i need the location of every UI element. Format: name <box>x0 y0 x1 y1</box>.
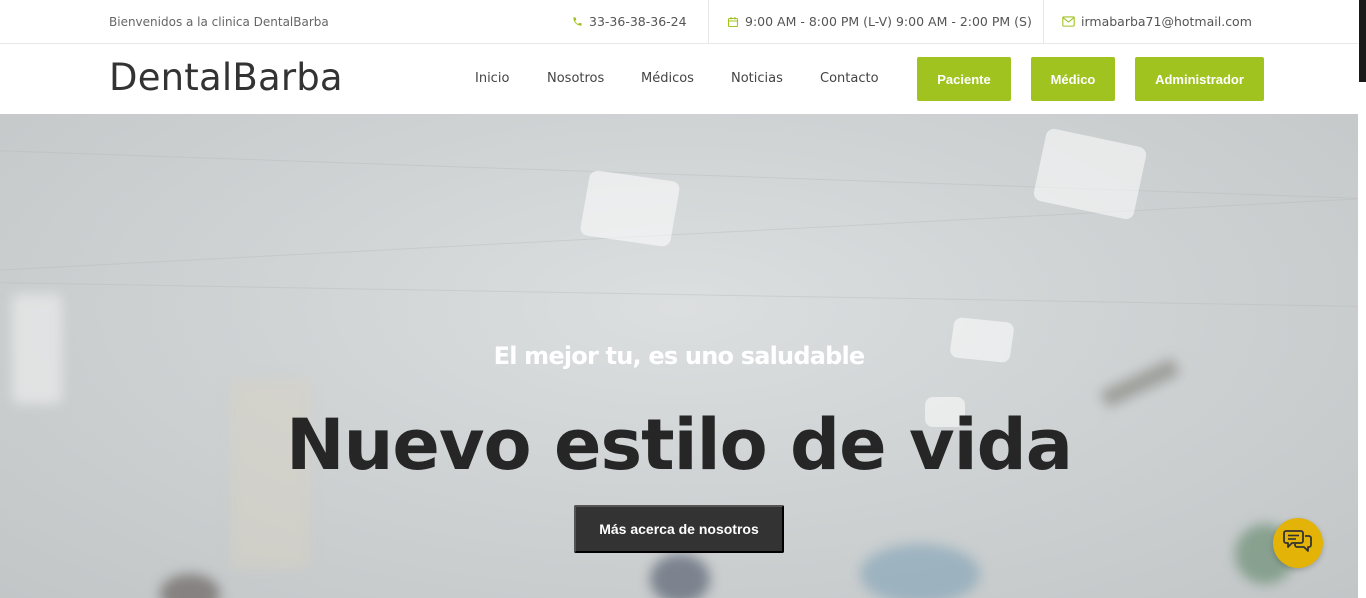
divider <box>708 0 709 43</box>
phone-info[interactable]: 33-36-38-36-24 <box>572 0 687 43</box>
email-address: irmabarba71@hotmail.com <box>1081 14 1252 29</box>
nav-nosotros[interactable]: Nosotros <box>547 71 604 86</box>
hero-headline: Nuevo estilo de vida <box>286 404 1073 486</box>
divider <box>1043 0 1044 43</box>
hero-banner: El mejor tu, es uno saludable Nuevo esti… <box>0 114 1358 598</box>
hero-tagline: El mejor tu, es uno saludable <box>493 342 866 370</box>
background-shape <box>650 554 710 598</box>
medico-button[interactable]: Médico <box>1031 57 1115 101</box>
scrollbar-thumb[interactable] <box>1359 0 1366 82</box>
welcome-text: Bienvenidos a la clinica DentalBarba <box>109 15 329 29</box>
ceiling-light <box>1032 127 1148 221</box>
phone-number: 33-36-38-36-24 <box>589 14 687 29</box>
page-scrollbar[interactable] <box>1358 0 1366 598</box>
phone-icon <box>572 16 583 27</box>
mail-icon <box>1062 16 1075 27</box>
nav-inicio[interactable]: Inicio <box>475 71 509 86</box>
top-info-bar: Bienvenidos a la clinica DentalBarba 33-… <box>0 0 1358 44</box>
brand-logo[interactable]: DentalBarba <box>109 56 343 99</box>
ceiling-light <box>579 169 681 248</box>
administrador-button[interactable]: Administrador <box>1135 57 1264 101</box>
background-shape <box>860 544 980 598</box>
hours-text: 9:00 AM - 8:00 PM (L-V) 9:00 AM - 2:00 P… <box>745 14 1032 29</box>
background-line <box>0 198 1358 271</box>
about-us-button[interactable]: Más acerca de nosotros <box>574 505 784 553</box>
nav-medicos[interactable]: Médicos <box>641 71 694 86</box>
main-navbar: DentalBarba Inicio Nosotros Médicos Noti… <box>0 44 1358 114</box>
hours-info: 9:00 AM - 8:00 PM (L-V) 9:00 AM - 2:00 P… <box>727 0 1032 43</box>
paciente-button[interactable]: Paciente <box>917 57 1011 101</box>
nav-noticias[interactable]: Noticias <box>731 71 783 86</box>
nav-contacto[interactable]: Contacto <box>820 71 879 86</box>
chat-button[interactable] <box>1273 518 1323 568</box>
chat-icon <box>1283 528 1313 558</box>
calendar-icon <box>727 16 739 28</box>
background-line <box>0 282 1358 307</box>
background-shape <box>160 574 220 598</box>
email-info[interactable]: irmabarba71@hotmail.com <box>1062 0 1252 43</box>
